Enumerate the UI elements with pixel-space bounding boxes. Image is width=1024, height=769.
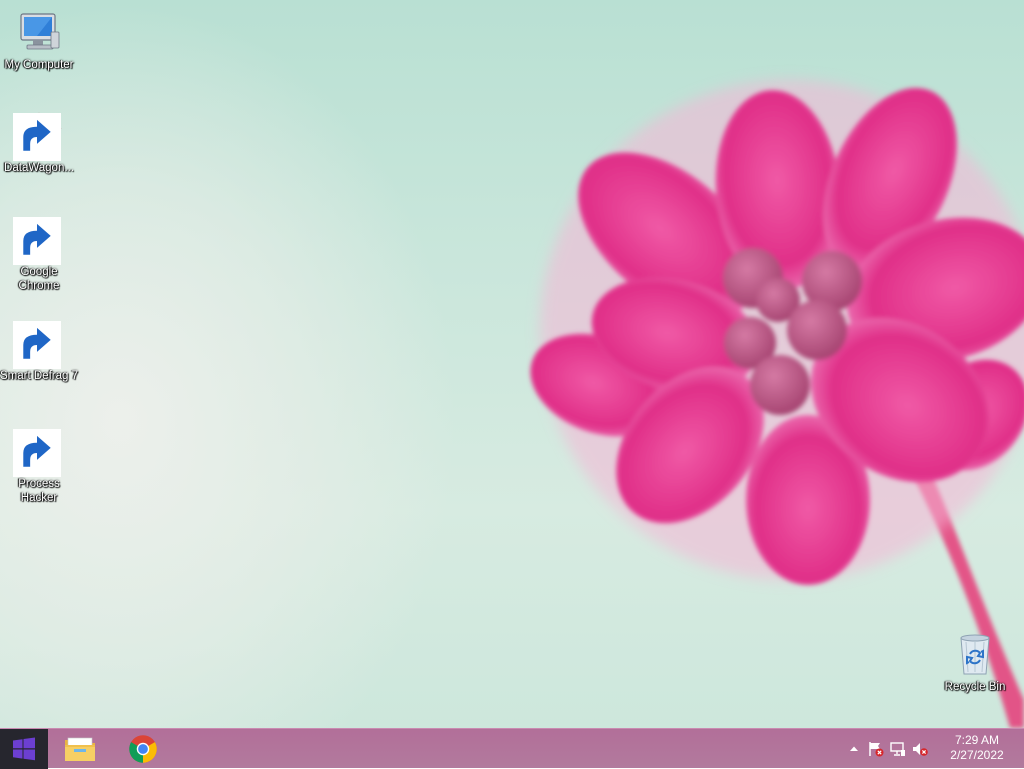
taskbar-file-explorer-button[interactable] — [50, 729, 110, 769]
desktop-icon-process-hacker[interactable]: Process Hacker — [0, 427, 78, 505]
datawagon-icon — [13, 111, 63, 161]
process-hacker-icon — [13, 427, 63, 477]
shortcut-arrow-icon — [13, 321, 61, 369]
desktop[interactable]: My Computer DataWagon... Google Chrome S… — [0, 0, 1024, 728]
chrome-icon — [129, 735, 157, 763]
clock-time: 7:29 AM — [954, 733, 1000, 747]
start-button[interactable] — [0, 729, 48, 769]
desktop-icon-datawagon[interactable]: DataWagon... — [0, 111, 78, 175]
desktop-icon-google-chrome[interactable]: Google Chrome — [0, 215, 78, 293]
taskbar-clock[interactable]: 7:29 AM 2/27/2022 — [944, 733, 1010, 763]
show-hidden-icons-chevron-icon[interactable] — [846, 741, 862, 757]
desktop-icon-smart-defrag[interactable]: Smart Defrag 7 — [0, 319, 78, 383]
desktop-icon-label: Smart Defrag 7 — [0, 370, 78, 382]
desktop-icon-label: DataWagon... — [4, 162, 74, 174]
desktop-icon-recycle-bin[interactable]: Recycle Bin — [936, 630, 1014, 694]
desktop-icon-label: My Computer — [4, 59, 74, 71]
volume-muted-icon[interactable] — [912, 741, 928, 757]
wallpaper-flower — [530, 80, 1024, 728]
shortcut-arrow-icon — [13, 113, 61, 161]
desktop-icon-label: Google Chrome — [18, 266, 60, 292]
desktop-icon-my-computer[interactable]: My Computer — [0, 8, 78, 72]
taskbar: 7:29 AM 2/27/2022 — [0, 728, 1024, 769]
network-icon[interactable] — [890, 741, 906, 757]
file-explorer-icon — [65, 737, 95, 761]
smart-defrag-icon — [13, 319, 63, 369]
system-tray: 7:29 AM 2/27/2022 — [844, 729, 1024, 769]
desktop-icon-label: Recycle Bin — [944, 681, 1006, 693]
taskbar-chrome-button[interactable] — [113, 729, 173, 769]
clock-date: 2/27/2022 — [950, 748, 1004, 762]
computer-icon — [15, 8, 63, 56]
chrome-icon — [13, 215, 63, 265]
shortcut-arrow-icon — [13, 217, 61, 265]
windows-logo-icon — [13, 737, 35, 761]
desktop-icon-label: Process Hacker — [18, 478, 60, 504]
recycle-bin-icon — [951, 630, 999, 678]
shortcut-arrow-icon — [13, 429, 61, 477]
action-center-flag-icon[interactable] — [868, 741, 884, 757]
